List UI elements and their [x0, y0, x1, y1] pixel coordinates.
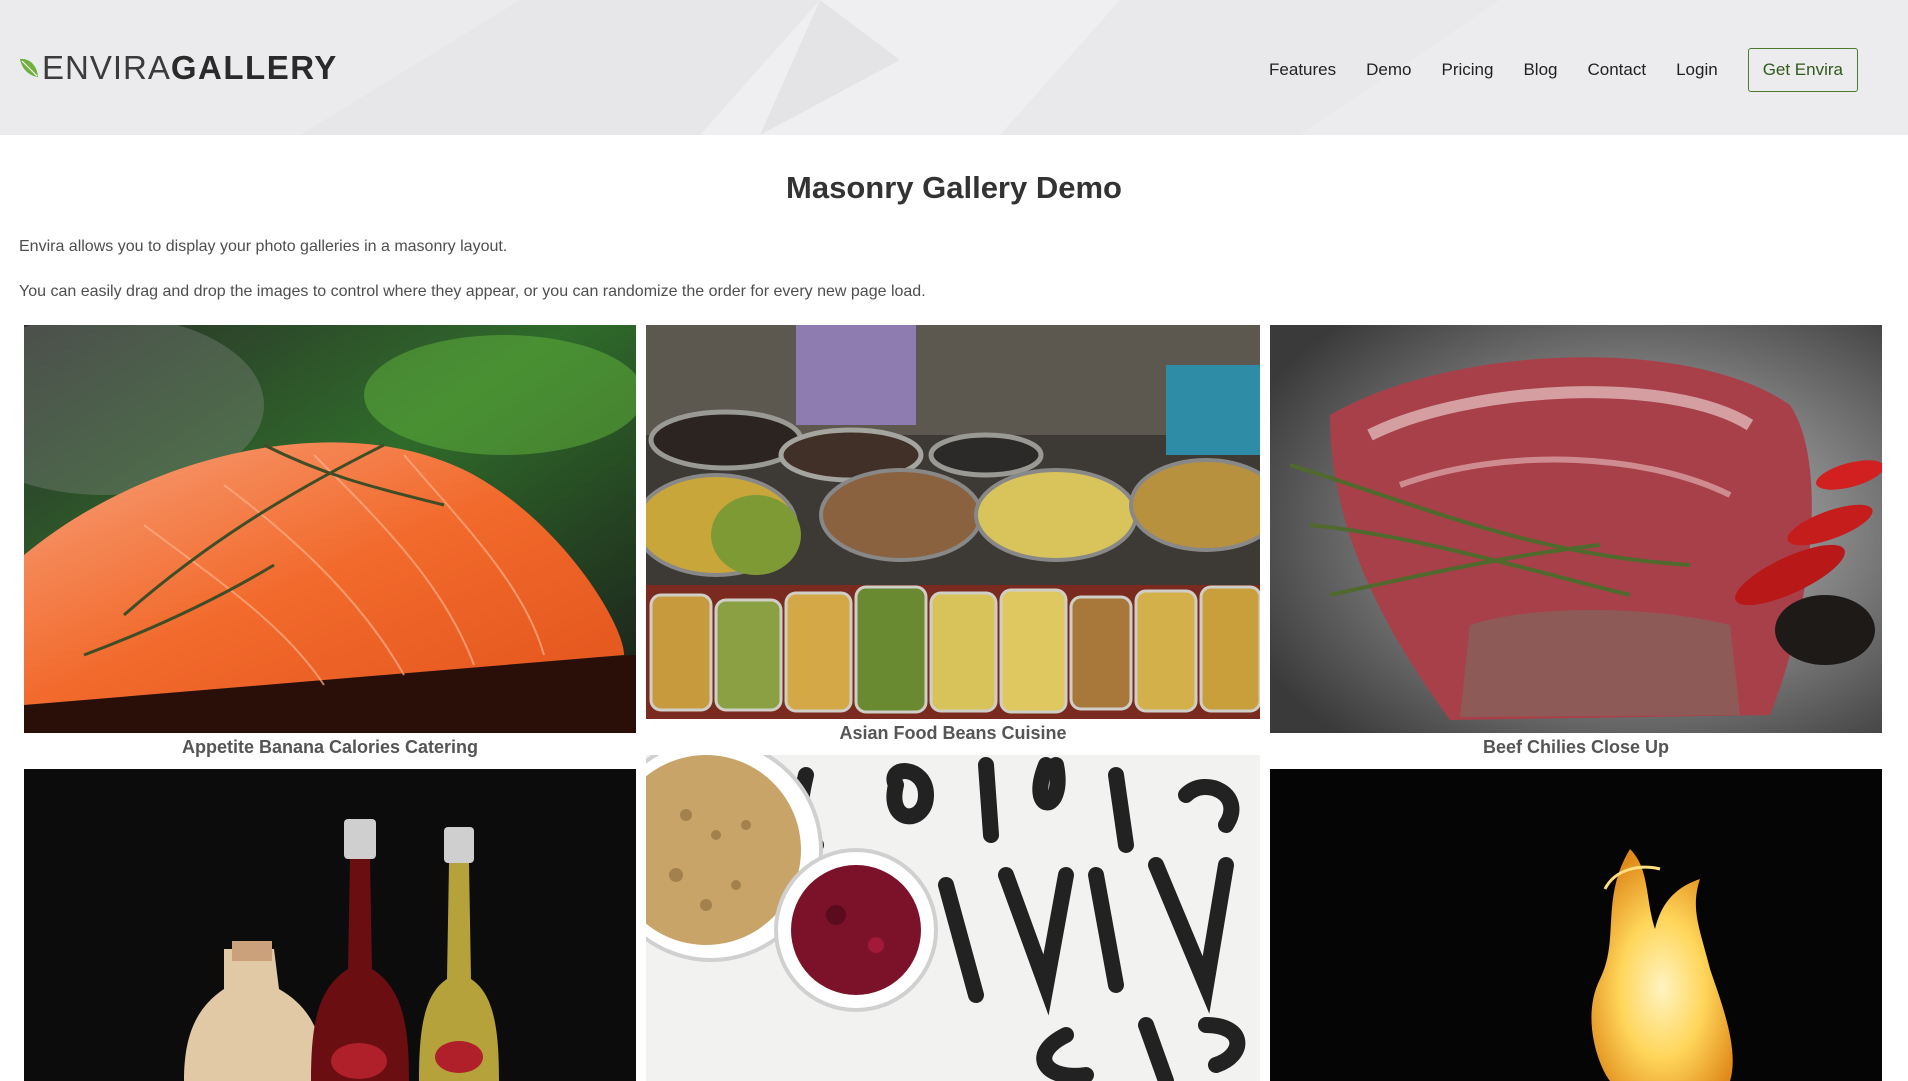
- gallery-caption: Appetite Banana Calories Catering: [181, 737, 479, 757]
- nav-features[interactable]: Features: [1269, 60, 1336, 80]
- gallery-image-salmon[interactable]: [24, 325, 636, 733]
- nav-login[interactable]: Login: [1676, 60, 1718, 80]
- envira-logo[interactable]: ENVIRA GALLERY: [18, 49, 338, 86]
- gallery-image-flame[interactable]: [1270, 769, 1882, 1081]
- gallery-image-steak[interactable]: [1270, 325, 1882, 733]
- gallery-image-market[interactable]: [646, 325, 1260, 719]
- logo-word-gallery: GALLERY: [170, 49, 338, 86]
- gallery-caption: Asian Food Beans Cuisine: [839, 723, 1067, 743]
- gallery-caption: Beef Chilies Close Up: [1482, 737, 1670, 757]
- get-envira-button[interactable]: Get Envira: [1747, 48, 1858, 92]
- logo-word-envira: ENVIRA: [42, 49, 171, 86]
- gallery-image-bottles[interactable]: [24, 769, 636, 1081]
- nav-blog[interactable]: Blog: [1523, 60, 1557, 80]
- main-nav: Features Demo Pricing Blog Contact Login…: [1254, 48, 1858, 92]
- nav-demo[interactable]: Demo: [1366, 60, 1411, 80]
- page-title: Masonry Gallery Demo: [786, 170, 1122, 205]
- instructions-paragraph: You can easily drag and drop the images …: [19, 283, 926, 300]
- nav-pricing[interactable]: Pricing: [1441, 60, 1493, 80]
- site-header: ENVIRA GALLERY Features Demo Pricing Blog…: [0, 0, 1908, 135]
- gallery-image-granola[interactable]: [646, 755, 1260, 1081]
- intro-paragraph: Envira allows you to display your photo …: [19, 238, 508, 255]
- leaf-icon: [20, 58, 38, 77]
- nav-contact[interactable]: Contact: [1587, 60, 1646, 80]
- page-edge: [1894, 135, 1908, 1081]
